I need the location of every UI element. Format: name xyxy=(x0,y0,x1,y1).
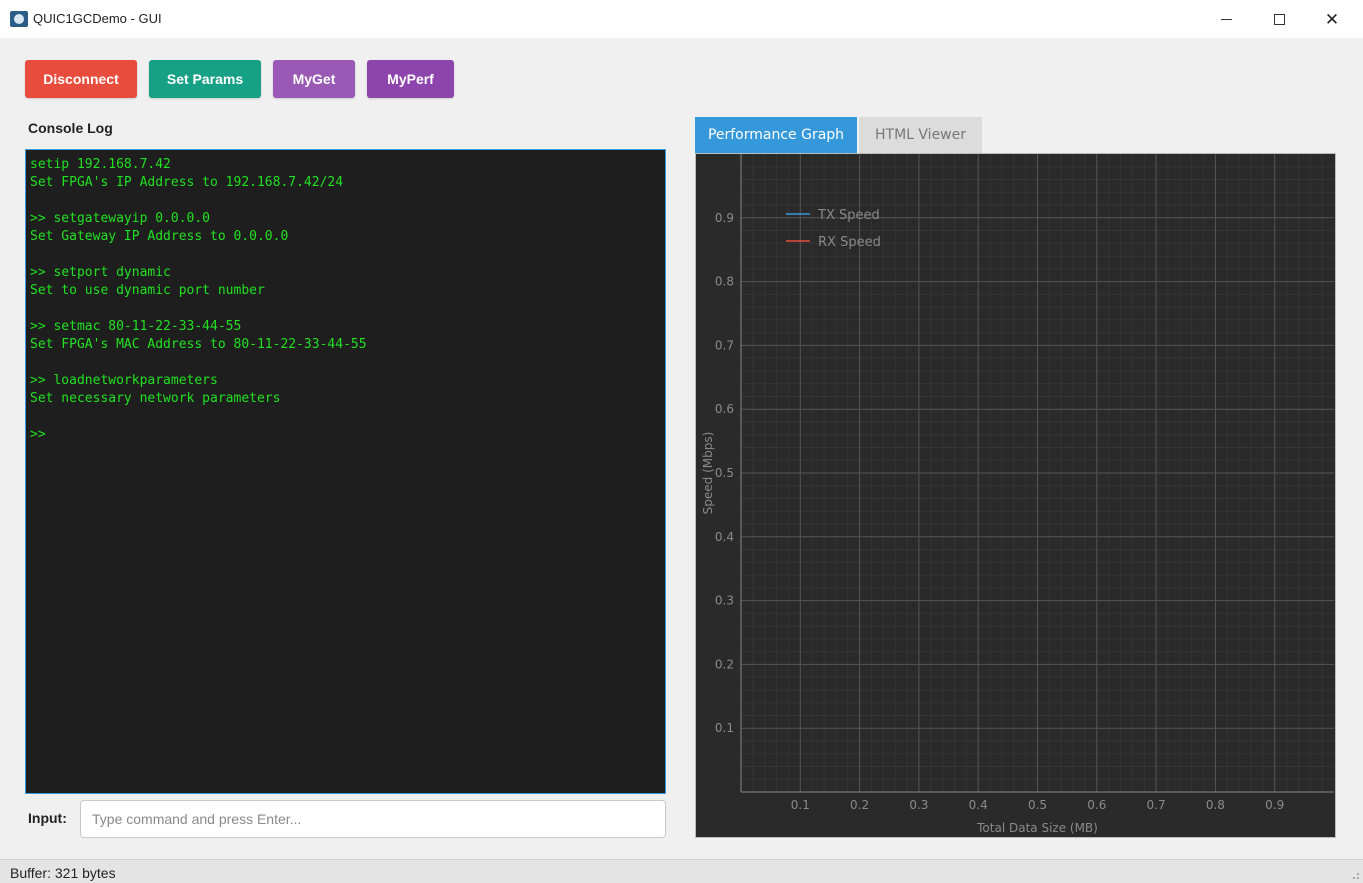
myget-button[interactable]: MyGet xyxy=(273,60,355,98)
x-tick-label: 0.5 xyxy=(1028,798,1047,812)
console-log[interactable]: setip 192.168.7.42 Set FPGA's IP Address … xyxy=(25,149,666,794)
console-line: setip 192.168.7.42 xyxy=(30,157,171,172)
console-line: Set FPGA's IP Address to 192.168.7.42/24 xyxy=(30,175,344,190)
buffer-status: Buffer: 321 bytes xyxy=(10,865,116,881)
command-input[interactable] xyxy=(80,800,666,838)
x-tick-label: 0.4 xyxy=(969,798,988,812)
performance-chart: 0.1 0.2 0.3 0.4 0.5 0.6 0.7 0.8 0.9 0.1 0.2 0.3 0.4 0… xyxy=(701,154,1334,835)
y-axis-label: Speed (Mbps) xyxy=(701,432,715,515)
y-tick-label: 0.4 xyxy=(715,530,734,544)
y-tick-label: 0.9 xyxy=(715,211,734,225)
y-tick-label: 0.6 xyxy=(715,402,734,416)
myperf-button[interactable]: MyPerf xyxy=(367,60,454,98)
console-line: Set FPGA's MAC Address to 80-11-22-33-44… xyxy=(30,337,367,352)
y-tick-label: 0.2 xyxy=(715,657,734,671)
set-params-button[interactable]: Set Params xyxy=(149,60,261,98)
minimize-icon xyxy=(1220,18,1232,20)
minimize-button[interactable] xyxy=(1203,0,1249,38)
console-line: >> setport dynamic xyxy=(30,265,171,280)
app-window: QUIC1GCDemo - GUI ✕ Disconnect Set Param… xyxy=(0,0,1363,883)
input-label: Input: xyxy=(28,810,67,826)
x-tick-label: 0.7 xyxy=(1147,798,1166,812)
console-line: Set necessary network parameters xyxy=(30,391,281,406)
console-line: >> setmac 80-11-22-33-44-55 xyxy=(30,319,242,334)
x-tick-label: 0.2 xyxy=(850,798,869,812)
x-tick-label: 0.3 xyxy=(909,798,928,812)
maximize-icon xyxy=(1273,13,1285,25)
console-line: Set Gateway IP Address to 0.0.0.0 xyxy=(30,229,289,244)
disconnect-button[interactable]: Disconnect xyxy=(25,60,137,98)
x-tick-label: 0.1 xyxy=(791,798,810,812)
tab-performance-graph[interactable]: Performance Graph xyxy=(695,117,857,153)
console-line: Set to use dynamic port number xyxy=(30,283,265,298)
maximize-button[interactable] xyxy=(1256,0,1302,38)
console-log-label: Console Log xyxy=(28,120,113,136)
y-tick-label: 0.5 xyxy=(715,466,734,480)
close-button[interactable]: ✕ xyxy=(1309,0,1355,38)
resize-grip-icon[interactable] xyxy=(1353,873,1359,879)
legend-label: TX Speed xyxy=(817,208,880,223)
x-tick-label: 0.9 xyxy=(1265,798,1284,812)
y-tick-label: 0.3 xyxy=(715,594,734,608)
y-tick-label: 0.8 xyxy=(715,275,734,289)
x-tick-label: 0.6 xyxy=(1087,798,1106,812)
x-tick-label: 0.8 xyxy=(1206,798,1225,812)
tab-html-viewer[interactable]: HTML Viewer xyxy=(859,117,982,153)
console-line: >> loadnetworkparameters xyxy=(30,373,218,388)
console-line: >> xyxy=(30,427,46,442)
y-tick-label: 0.1 xyxy=(715,721,734,735)
app-icon xyxy=(10,11,28,27)
x-axis-label: Total Data Size (MB) xyxy=(976,821,1098,835)
y-tick-label: 0.7 xyxy=(715,338,734,352)
title-bar: QUIC1GCDemo - GUI ✕ xyxy=(0,0,1363,38)
performance-graph: 0.1 0.2 0.3 0.4 0.5 0.6 0.7 0.8 0.9 0.1 0.2 0.3 0.4 0… xyxy=(695,153,1336,838)
window-title: QUIC1GCDemo - GUI xyxy=(33,11,162,26)
status-bar: Buffer: 321 bytes xyxy=(0,859,1363,883)
legend-label: RX Speed xyxy=(818,235,881,250)
close-icon: ✕ xyxy=(1324,9,1340,29)
console-line: >> setgatewayip 0.0.0.0 xyxy=(30,211,211,226)
